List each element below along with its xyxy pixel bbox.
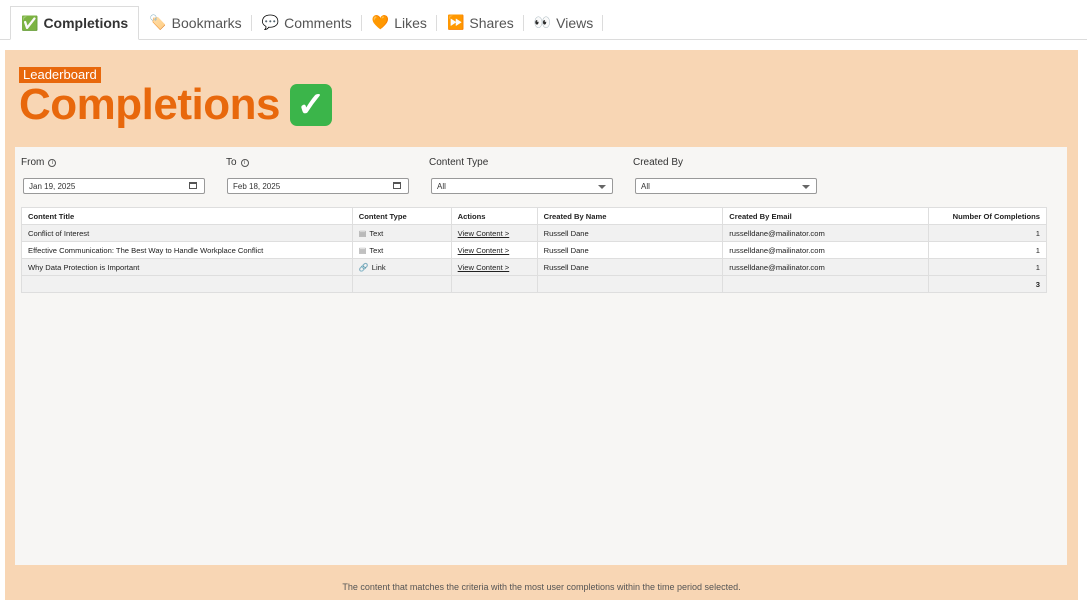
to-label-text: To xyxy=(226,157,237,168)
created-by-name-cell: Russell Dane xyxy=(536,241,724,259)
link-icon: 🔗 xyxy=(358,262,369,272)
view-content-link[interactable]: View Content > xyxy=(458,246,510,255)
table-total-row: 3 xyxy=(21,275,1047,293)
created-by-name-cell: Russell Dane xyxy=(536,258,724,276)
table-header-row: Content Title Content Type Actions Creat… xyxy=(21,207,1047,225)
created-by-label-text: Created By xyxy=(633,157,684,168)
calendar-icon[interactable] xyxy=(393,182,401,189)
fast-forward-icon: ⏩ xyxy=(446,14,465,30)
content-title-cell: Why Data Protection is Important xyxy=(21,258,353,276)
column-header[interactable]: Created By Name xyxy=(536,207,724,225)
calendar-icon[interactable] xyxy=(189,182,197,189)
created-by-email-cell: russelldane@mailinator.com xyxy=(722,224,930,242)
leaderboard-panel: Leaderboard Completions ✓ From i Jan 19,… xyxy=(5,50,1078,600)
tab-label: Bookmarks xyxy=(171,14,242,31)
tab-views[interactable]: 👀 Views xyxy=(524,6,604,39)
bookmark-icon: 🏷️ xyxy=(149,14,167,30)
table-row: Why Data Protection is Important 🔗 Link V… xyxy=(21,258,1047,276)
footer-description: The content that matches the criteria wi… xyxy=(342,582,741,592)
content-type-label-text: Content Type xyxy=(429,157,489,168)
total-empty-cell xyxy=(450,275,538,293)
from-date-input[interactable]: Jan 19, 2025 xyxy=(23,178,205,194)
total-empty-cell xyxy=(351,275,452,293)
tab-comments[interactable]: 💬 Comments xyxy=(252,6,362,39)
content-type-cell: ▤ Text xyxy=(351,224,452,242)
created-by-value: All xyxy=(641,181,650,191)
view-content-link[interactable]: View Content > xyxy=(458,263,510,272)
column-header[interactable]: Created By Email xyxy=(722,207,930,225)
created-by-select[interactable]: All xyxy=(635,178,817,194)
actions-cell: View Content > xyxy=(450,241,538,259)
check-icon: ✅ xyxy=(21,14,39,31)
heart-icon: 🧡 xyxy=(371,14,390,30)
content-type-cell: ▤ Text xyxy=(351,241,452,259)
column-header[interactable]: Number Of Completions xyxy=(928,207,1047,225)
from-label-text: From xyxy=(21,157,45,168)
actions-cell: View Content > xyxy=(450,258,538,276)
completions-count-cell: 1 xyxy=(928,241,1047,259)
created-by-label: Created By xyxy=(633,157,683,168)
table-row: Effective Communication: The Best Way to… xyxy=(21,241,1047,259)
column-header[interactable]: Content Type xyxy=(351,207,452,225)
from-label: From i xyxy=(21,157,57,168)
info-icon[interactable]: i xyxy=(48,158,57,167)
speech-bubble-icon: 💬 xyxy=(261,14,280,30)
created-by-email-cell: russelldane@mailinator.com xyxy=(722,258,930,276)
content-type-label: Content Type xyxy=(429,157,488,168)
tab-shares[interactable]: ⏩ Shares xyxy=(437,6,524,39)
completions-table: Content Title Content Type Actions Creat… xyxy=(21,207,1047,293)
tab-label: Views xyxy=(556,14,594,31)
total-empty-cell xyxy=(722,275,930,293)
tab-likes[interactable]: 🧡 Likes xyxy=(362,6,437,39)
column-header[interactable]: Content Title xyxy=(21,207,353,225)
info-icon[interactable]: i xyxy=(240,158,249,167)
content-title-cell: Conflict of Interest xyxy=(21,224,353,242)
column-header[interactable]: Actions xyxy=(450,207,538,225)
document-icon: ▤ xyxy=(358,245,367,255)
tab-label: Completions xyxy=(43,15,129,31)
document-icon: ▤ xyxy=(358,228,367,238)
tab-bookmarks[interactable]: 🏷️ Bookmarks xyxy=(139,6,252,39)
page-title: Completions ✓ xyxy=(19,80,332,130)
to-label: To i xyxy=(226,157,249,168)
content-type-cell: 🔗 Link xyxy=(351,258,452,276)
check-icon: ✓ xyxy=(289,84,332,126)
table-row: Conflict of Interest ▤ Text View Content … xyxy=(21,224,1047,242)
completions-count-cell: 1 xyxy=(928,224,1047,242)
from-date-value: Jan 19, 2025 xyxy=(29,181,76,191)
created-by-name-cell: Russell Dane xyxy=(536,224,724,242)
content-type-text: Text xyxy=(369,228,384,238)
content-type-select[interactable]: All xyxy=(431,178,613,194)
eyes-icon: 👀 xyxy=(533,14,552,30)
to-date-value: Feb 18, 2025 xyxy=(233,181,281,191)
tab-label: Comments xyxy=(284,14,352,31)
view-content-link[interactable]: View Content > xyxy=(458,229,510,238)
tab-label: Likes xyxy=(394,14,427,31)
to-date-input[interactable]: Feb 18, 2025 xyxy=(227,178,409,194)
total-empty-cell xyxy=(536,275,724,293)
completions-count-cell: 1 xyxy=(928,258,1047,276)
content-type-value: All xyxy=(437,181,446,191)
created-by-email-cell: russelldane@mailinator.com xyxy=(722,241,930,259)
tab-completions[interactable]: ✅ Completions xyxy=(10,6,140,40)
total-empty-cell xyxy=(21,275,353,293)
content-title-cell: Effective Communication: The Best Way to… xyxy=(21,241,353,259)
total-count-cell: 3 xyxy=(928,275,1047,293)
chevron-down-icon xyxy=(802,185,810,189)
tab-label: Shares xyxy=(469,14,514,31)
content-type-text: Link xyxy=(371,262,386,272)
tab-bar: ✅ Completions 🏷️ Bookmarks 💬 Comments 🧡 … xyxy=(0,0,1087,40)
tab-divider xyxy=(602,15,604,31)
actions-cell: View Content > xyxy=(450,224,538,242)
content-type-text: Text xyxy=(369,245,384,255)
chevron-down-icon xyxy=(598,185,606,189)
page-title-text: Completions xyxy=(19,80,280,129)
report-area: From i Jan 19, 2025 To i Feb 18, 2025 Co… xyxy=(15,147,1067,565)
